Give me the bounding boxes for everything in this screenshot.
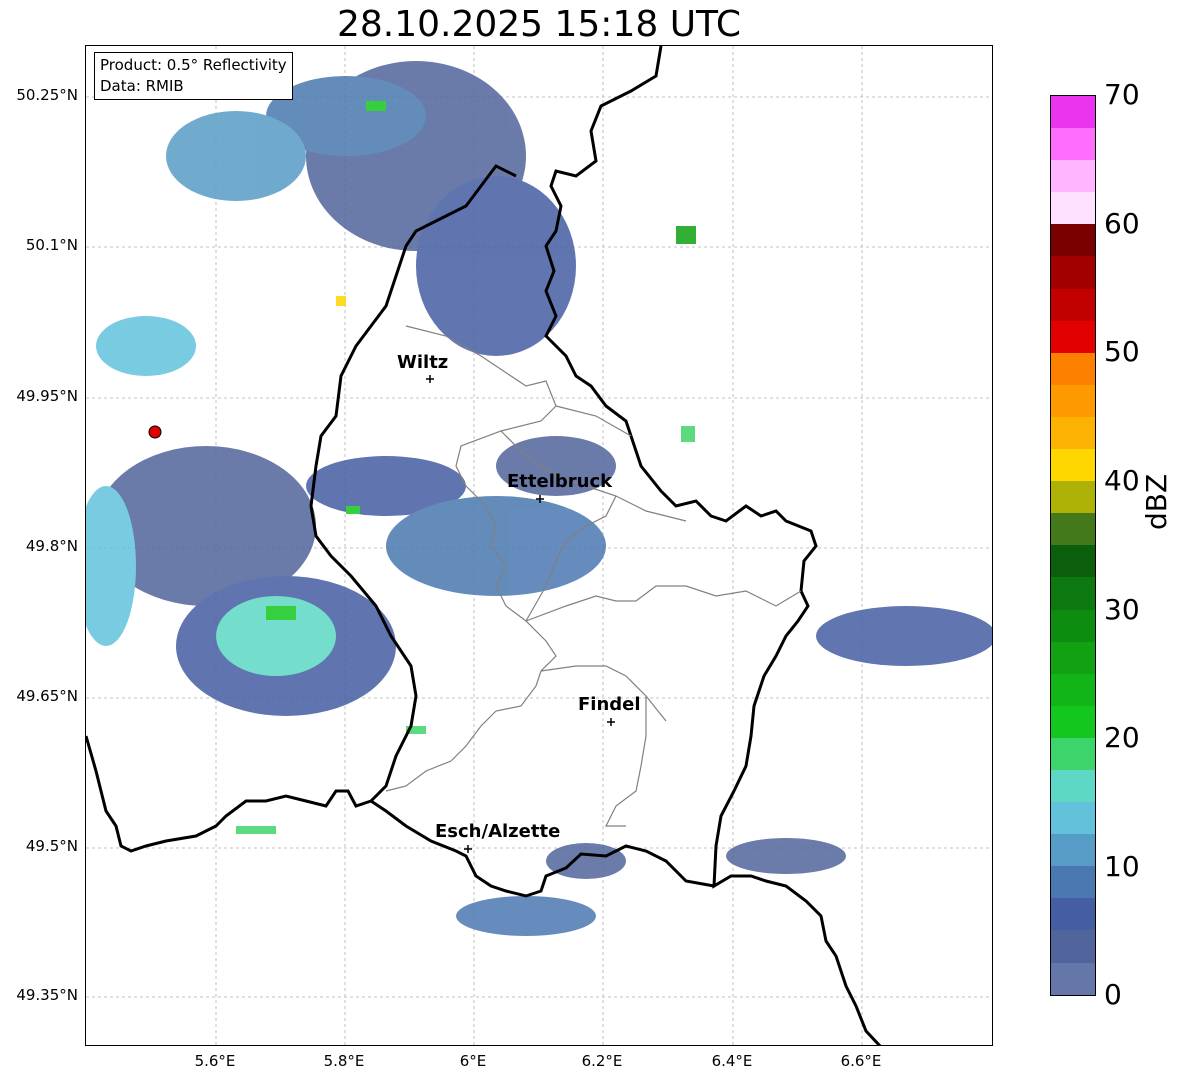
radar-map-svg — [86, 46, 992, 1045]
dbz-colorbar — [1050, 95, 1096, 996]
lat-tick-50.1: 50.1°N — [25, 236, 78, 254]
colorbar-step — [1051, 898, 1095, 931]
lon-tick-6.6: 6.6°E — [840, 1052, 882, 1070]
colorbar-tick-10: 10 — [1104, 850, 1140, 883]
colorbar-step — [1051, 128, 1095, 161]
colorbar-tick-0: 0 — [1104, 978, 1122, 1011]
colorbar-tick-30: 30 — [1104, 593, 1140, 626]
colorbar-step — [1051, 609, 1095, 642]
colorbar-label: dBZ — [1140, 473, 1173, 530]
lat-tick-49.8: 49.8°N — [25, 537, 78, 555]
colorbar-step — [1051, 962, 1095, 995]
lat-tick-49.5: 49.5°N — [25, 837, 78, 855]
colorbar-step — [1051, 416, 1095, 450]
country-border-south — [370, 799, 715, 898]
data-source-text: Data: RMIB — [100, 77, 184, 95]
colorbar-tick-20: 20 — [1104, 721, 1140, 754]
city-label-ettelbruck: Ettelbruck — [507, 471, 613, 492]
colorbar-tick-40: 40 — [1104, 464, 1140, 497]
lat-tick-50.25: 50.25°N — [16, 86, 78, 104]
lon-tick-6: 6°E — [459, 1052, 487, 1070]
colorbar-step — [1051, 352, 1095, 385]
lon-tick-6.4: 6.4°E — [711, 1052, 753, 1070]
colorbar-step — [1051, 320, 1095, 353]
colorbar-tick-70: 70 — [1104, 78, 1140, 111]
city-label-wiltz: Wiltz — [397, 352, 449, 373]
colorbar-step — [1051, 673, 1095, 706]
product-text: Product: 0.5° Reflectivity — [100, 56, 287, 74]
colorbar-step — [1051, 802, 1095, 835]
lon-tick-6.2: 6.2°E — [581, 1052, 623, 1070]
colorbar-step — [1051, 96, 1095, 129]
colorbar-tick-60: 60 — [1104, 207, 1140, 240]
colorbar-step — [1051, 769, 1095, 803]
colorbar-step — [1051, 834, 1095, 867]
colorbar-step — [1051, 192, 1095, 225]
map-title: 28.10.2025 15:18 UTC — [336, 4, 742, 45]
city-label-findel: Findel — [578, 694, 641, 715]
colorbar-step — [1051, 288, 1095, 321]
city-label-esch: Esch/Alzette — [435, 821, 561, 842]
colorbar-step — [1051, 513, 1095, 546]
lon-tick-5.8: 5.8°E — [323, 1052, 365, 1070]
colorbar-step — [1051, 930, 1095, 963]
colorbar-step — [1051, 545, 1095, 578]
colorbar-step — [1051, 705, 1095, 738]
colorbar-step — [1051, 737, 1095, 770]
info-box: Product: 0.5° Reflectivity Data: RMIB — [94, 52, 293, 100]
colorbar-step — [1051, 224, 1095, 257]
radar-site-marker — [148, 425, 162, 439]
lat-tick-49.95: 49.95°N — [16, 387, 78, 405]
colorbar-step — [1051, 256, 1095, 289]
lat-tick-49.65: 49.65°N — [16, 687, 78, 705]
colorbar-step — [1051, 481, 1095, 514]
colorbar-step — [1051, 577, 1095, 610]
colorbar-step — [1051, 160, 1095, 193]
lat-tick-49.35: 49.35°N — [16, 986, 78, 1004]
colorbar-step — [1051, 641, 1095, 674]
lon-tick-5.6: 5.6°E — [194, 1052, 236, 1070]
colorbar-step — [1051, 384, 1095, 417]
colorbar-tick-50: 50 — [1104, 335, 1140, 368]
radar-map[interactable] — [85, 45, 993, 1046]
colorbar-step — [1051, 449, 1095, 482]
colorbar-step — [1051, 866, 1095, 899]
